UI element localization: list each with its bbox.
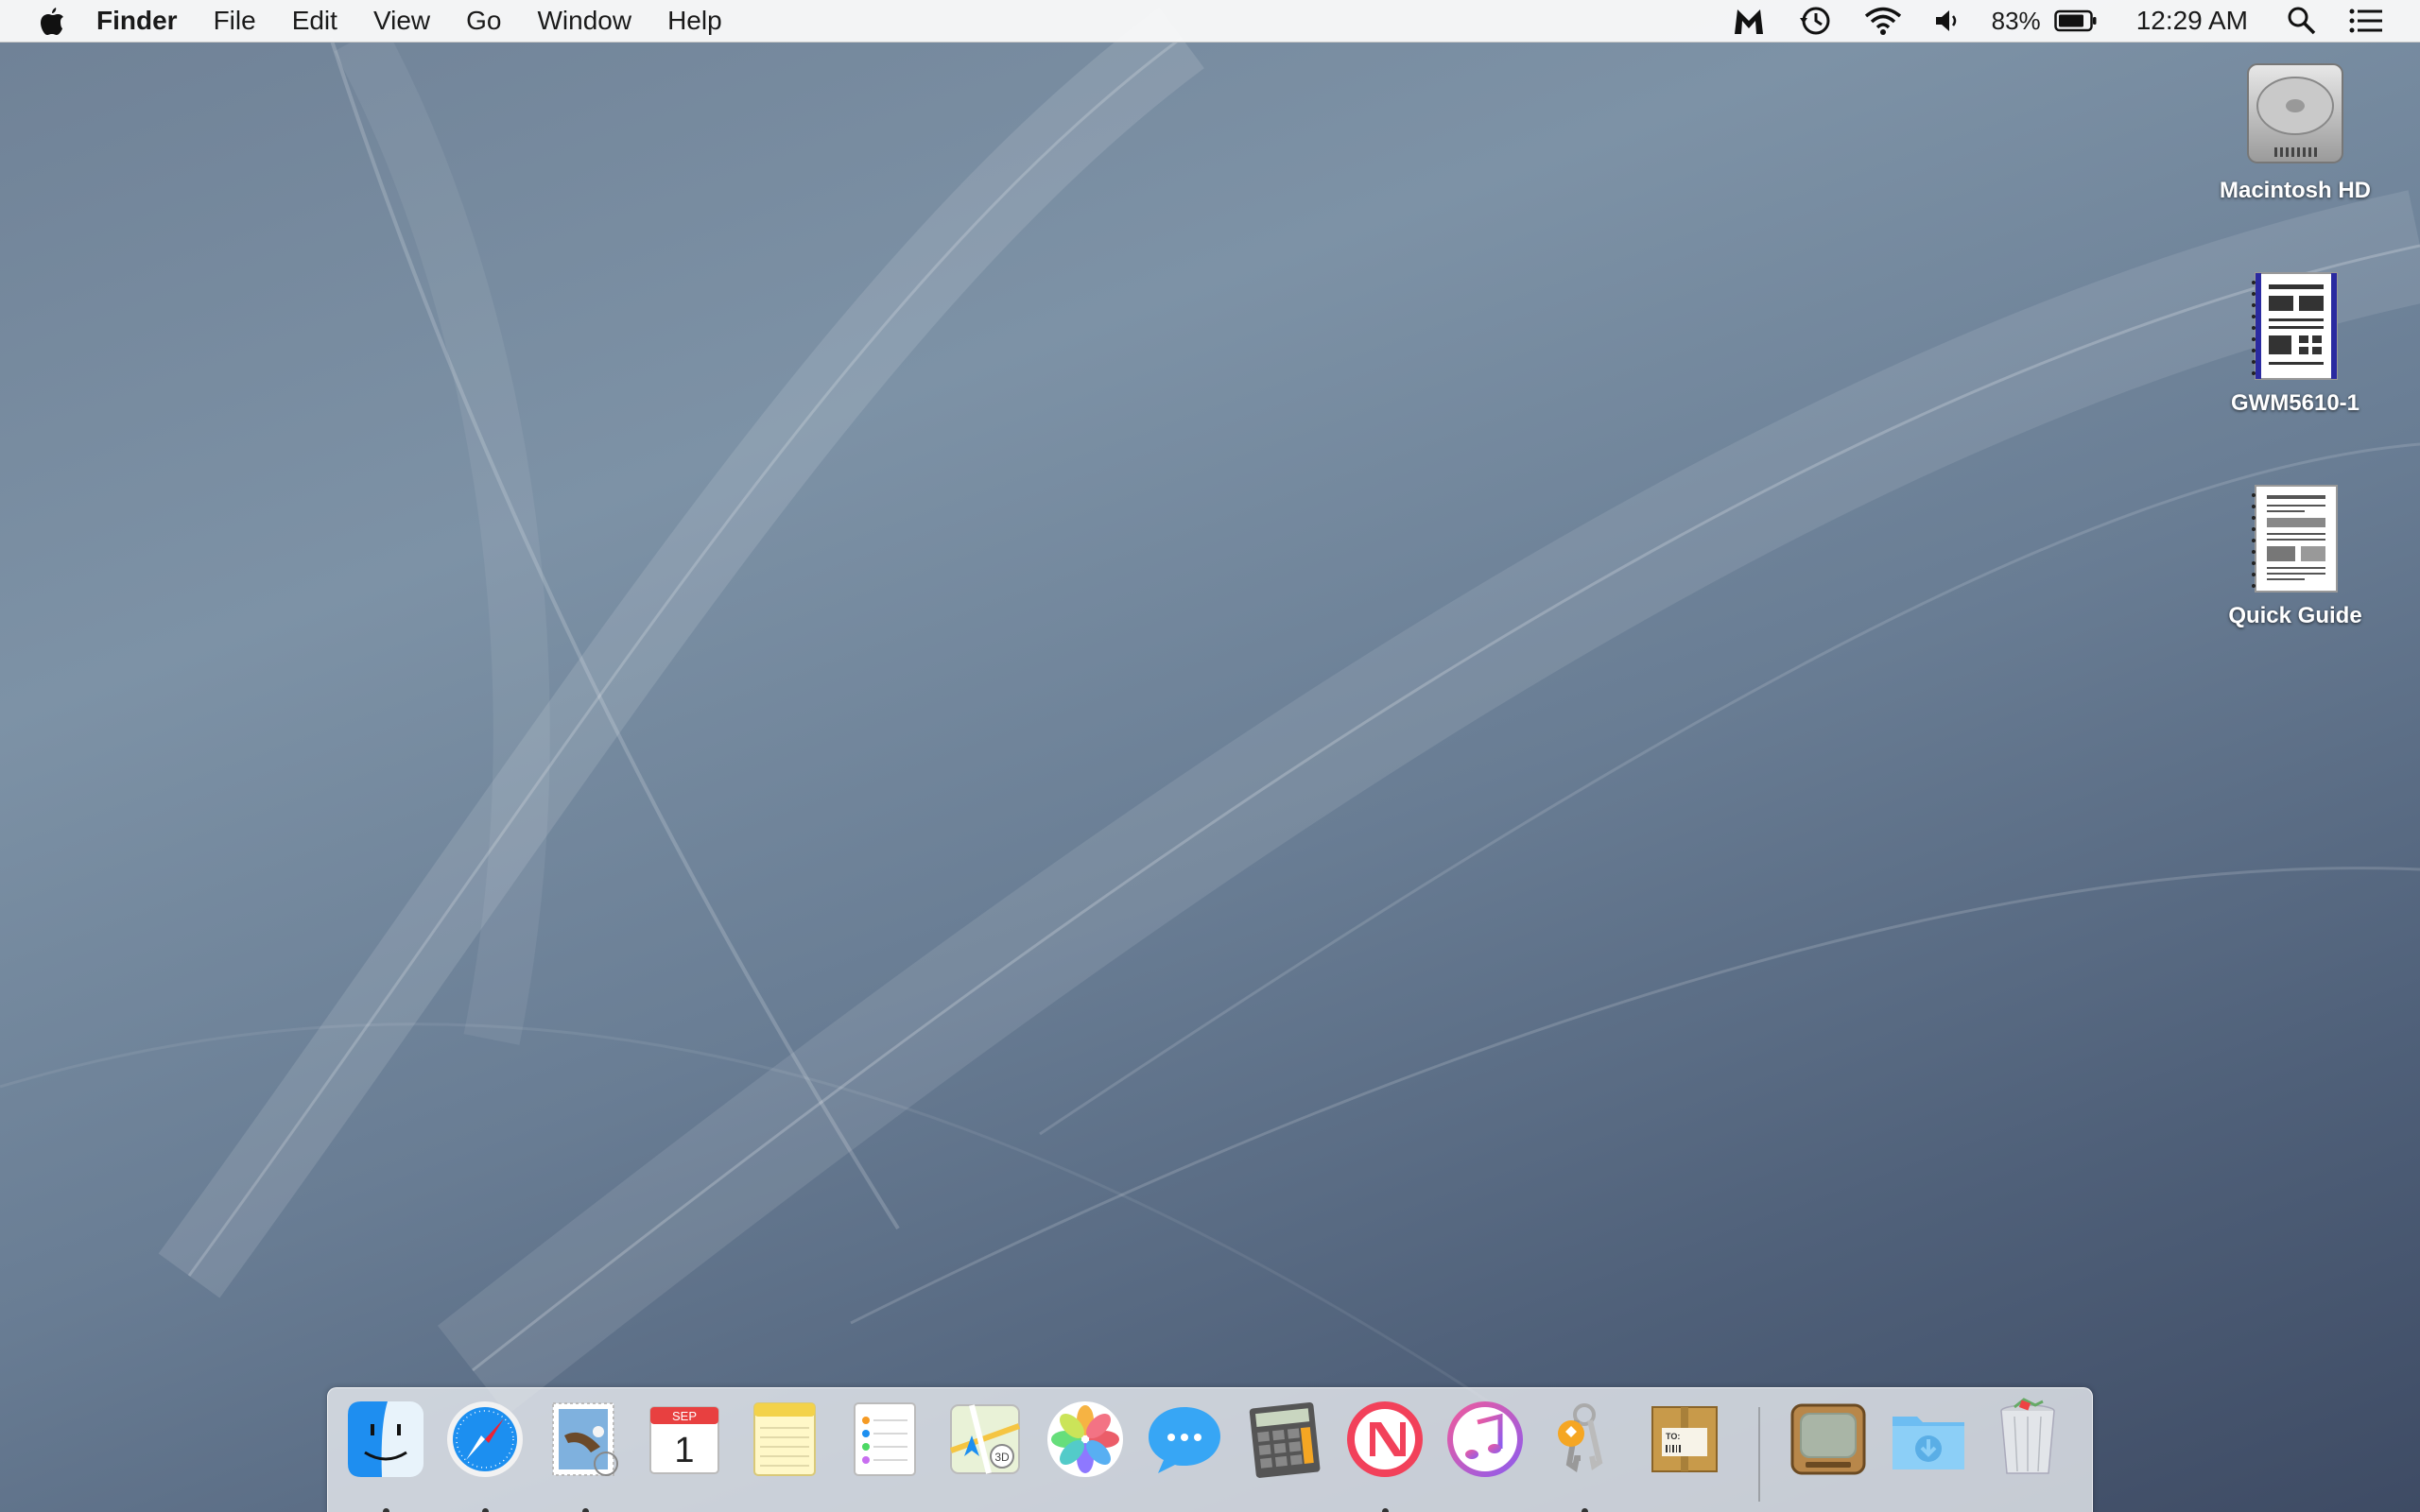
menu-bar: Finder File Edit View Go Window Help 83%: [0, 0, 2420, 43]
volume-icon[interactable]: [1934, 8, 1962, 34]
document-icon: [2252, 272, 2338, 380]
safari-icon: [447, 1401, 523, 1477]
desktop-icon-quick-guide[interactable]: Quick Guide: [2191, 482, 2399, 629]
wifi-icon[interactable]: [1864, 7, 1902, 35]
desktop-icon-gwm5610-1[interactable]: GWM5610-1: [2191, 269, 2399, 417]
desktop-icon-macintosh-hd[interactable]: Macintosh HD: [2191, 57, 2399, 204]
downloads-folder-icon: [1893, 1417, 1964, 1469]
malwarebytes-icon[interactable]: [1732, 6, 1766, 36]
apple-menu-icon[interactable]: [28, 6, 76, 36]
calendar-month: SEP: [672, 1409, 697, 1423]
calculator-icon: [1249, 1402, 1321, 1478]
desktop-icon-label: Macintosh HD: [2219, 178, 2371, 203]
menu-window[interactable]: Window: [537, 0, 631, 42]
hard-drive-icon: [2247, 63, 2343, 163]
tv-icon: [1790, 1403, 1866, 1475]
calendar-icon: SEP 1: [649, 1406, 719, 1474]
menu-clock[interactable]: 12:29 AM: [2136, 6, 2248, 36]
document-icon: [2252, 485, 2338, 593]
dock-app-finder[interactable]: [342, 1398, 429, 1512]
dock-app-reminders[interactable]: [841, 1398, 928, 1492]
menu-app-finder[interactable]: Finder: [96, 0, 178, 42]
notification-center-icon[interactable]: [2349, 8, 2383, 34]
running-indicator: [383, 1508, 389, 1512]
keychain-icon: [1558, 1403, 1603, 1472]
dock-app-news[interactable]: [1341, 1398, 1428, 1512]
finder-icon: [348, 1401, 424, 1477]
dock-app-notes[interactable]: [741, 1398, 828, 1492]
dock-app-downloads[interactable]: [1885, 1398, 1972, 1492]
itunes-icon: [1447, 1401, 1523, 1477]
battery-percent[interactable]: 83%: [1992, 7, 2041, 36]
running-indicator: [482, 1508, 489, 1512]
menu-help[interactable]: Help: [667, 0, 722, 42]
battery-icon[interactable]: [2053, 9, 2098, 32]
news-icon: [1347, 1401, 1423, 1477]
dock-app-calculator[interactable]: [1241, 1398, 1328, 1492]
photos-icon: [1047, 1401, 1123, 1477]
dock-app-photos[interactable]: [1042, 1398, 1129, 1492]
notes-icon: [753, 1402, 816, 1476]
desktop[interactable]: Finder File Edit View Go Window Help 83%: [0, 0, 2420, 1512]
trash-icon: [2000, 1398, 2055, 1474]
dock-app-mail[interactable]: [542, 1398, 629, 1512]
messages-icon: [1149, 1407, 1220, 1473]
package-icon: TO:: [1651, 1406, 1718, 1472]
reminders-icon: [854, 1402, 916, 1476]
dock-app-trash[interactable]: [1984, 1398, 2071, 1492]
package-label: TO:: [1666, 1432, 1680, 1441]
mail-stamp-icon: [552, 1402, 618, 1476]
dock-separator: [1758, 1407, 1760, 1502]
spotlight-search-icon[interactable]: [2287, 6, 2317, 36]
dock-app-deliveries[interactable]: TO:: [1641, 1398, 1728, 1492]
calendar-day: 1: [674, 1431, 694, 1470]
menu-file[interactable]: File: [214, 0, 256, 42]
dock-app-messages[interactable]: [1141, 1398, 1228, 1492]
menu-edit[interactable]: Edit: [292, 0, 337, 42]
menu-view[interactable]: View: [373, 0, 430, 42]
wallpaper: [0, 7, 2420, 1419]
dock-app-safari[interactable]: [441, 1398, 528, 1512]
dock-app-keychain-access[interactable]: [1541, 1398, 1628, 1512]
running-indicator: [1582, 1508, 1588, 1512]
running-indicator: [1382, 1508, 1389, 1512]
dock-app-retro-tv[interactable]: [1785, 1398, 1872, 1492]
dock: SEP 1 3D TO:: [327, 1387, 2093, 1512]
svg-text:3D: 3D: [994, 1451, 1010, 1464]
desktop-icon-label: Quick Guide: [2228, 603, 2362, 628]
dock-app-calendar[interactable]: SEP 1: [641, 1398, 728, 1492]
menu-go[interactable]: Go: [466, 0, 501, 42]
time-machine-icon[interactable]: [1798, 5, 1832, 37]
desktop-icon-label: GWM5610-1: [2230, 390, 2360, 416]
dock-app-maps[interactable]: 3D: [942, 1398, 1028, 1492]
dock-app-itunes[interactable]: [1442, 1398, 1529, 1492]
running-indicator: [582, 1508, 589, 1512]
maps-icon: 3D: [949, 1404, 1021, 1474]
